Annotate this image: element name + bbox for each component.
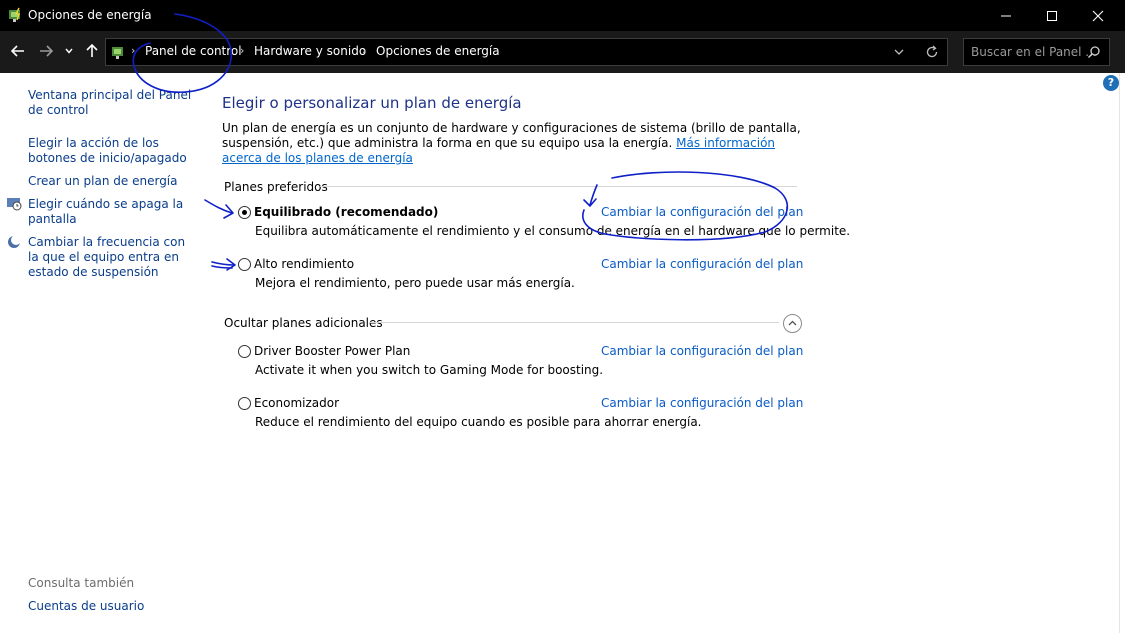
change-plan-link-balanced[interactable]: Cambiar la configuración del plan xyxy=(601,205,803,219)
display-off-icon xyxy=(6,196,22,212)
close-button[interactable] xyxy=(1075,0,1121,31)
sleep-moon-icon xyxy=(6,234,22,250)
annotation-arrow-high-performance xyxy=(211,261,235,266)
plan-radio-high-performance[interactable] xyxy=(238,258,251,271)
chevron-up-icon xyxy=(788,320,797,326)
navigation-bar: › Panel de control › Hardware y sonido ›… xyxy=(0,31,1125,73)
plan-name-power-saver: Economizador xyxy=(254,396,340,410)
sidebar-link-turn-off-display[interactable]: Elegir cuándo se apaga la pantalla xyxy=(28,197,188,227)
change-plan-link-power-saver[interactable]: Cambiar la configuración del plan xyxy=(601,396,803,410)
search-input[interactable]: Buscar en el Panel ... xyxy=(963,38,1110,66)
control-panel-icon xyxy=(110,44,126,60)
power-options-icon xyxy=(7,7,23,23)
section-divider xyxy=(320,186,797,187)
breadcrumb-hardware-sound[interactable]: Hardware y sonido xyxy=(254,44,366,58)
sidebar-link-control-panel-home[interactable]: Ventana principal del Panel de control xyxy=(28,88,198,118)
hide-additional-plans-label[interactable]: Ocultar planes adicionales xyxy=(224,316,383,330)
plan-radio-driver-booster[interactable] xyxy=(238,345,251,358)
up-button[interactable] xyxy=(82,41,102,61)
back-button[interactable] xyxy=(8,41,28,61)
breadcrumb-separator: › xyxy=(362,44,367,57)
plan-desc-driver-booster: Activate it when you switch to Gaming Mo… xyxy=(255,363,604,377)
annotation-arrow-change-link xyxy=(589,184,598,206)
plan-radio-balanced[interactable] xyxy=(238,206,251,219)
breadcrumb-power-options[interactable]: Opciones de energía xyxy=(376,44,500,58)
search-placeholder: Buscar en el Panel ... xyxy=(971,45,1097,59)
chevron-down-icon xyxy=(894,49,904,55)
address-dropdown-button[interactable] xyxy=(892,45,906,59)
see-also-label: Consulta también xyxy=(28,576,135,590)
plan-desc-balanced: Equilibra automáticamente el rendimiento… xyxy=(255,224,851,238)
section-divider xyxy=(369,322,779,323)
maximize-button[interactable] xyxy=(1029,0,1075,31)
sidebar-link-create-plan[interactable]: Crear un plan de energía xyxy=(28,174,198,189)
sidebar-link-user-accounts[interactable]: Cuentas de usuario xyxy=(28,599,144,614)
refresh-button[interactable] xyxy=(924,44,940,60)
back-arrow-icon xyxy=(11,45,24,57)
forward-button[interactable] xyxy=(36,41,56,61)
plan-name-balanced: Equilibrado (recomendado) xyxy=(254,205,439,219)
change-plan-link-high-performance[interactable]: Cambiar la configuración del plan xyxy=(601,257,803,271)
up-arrow-icon xyxy=(86,44,98,57)
sidebar-link-power-buttons[interactable]: Elegir la acción de los botones de inici… xyxy=(28,136,198,166)
change-plan-link-driver-booster[interactable]: Cambiar la configuración del plan xyxy=(601,344,803,358)
help-icon[interactable]: ? xyxy=(1103,75,1119,91)
forward-arrow-icon xyxy=(40,45,53,57)
plan-name-high-performance: Alto rendimiento xyxy=(254,257,355,271)
plan-desc-power-saver: Reduce el rendimiento del equipo cuando … xyxy=(255,415,702,429)
close-icon xyxy=(1092,10,1104,21)
search-icon[interactable] xyxy=(1087,45,1101,59)
window-title: Opciones de energía xyxy=(28,8,152,22)
plan-desc-high-performance: Mejora el rendimiento, pero puede usar m… xyxy=(255,276,575,290)
plan-radio-power-saver[interactable] xyxy=(238,397,251,410)
title-bar: Opciones de energía xyxy=(0,0,1125,31)
recent-locations-button[interactable] xyxy=(62,41,76,61)
intro-paragraph: Un plan de energía es un conjunto de har… xyxy=(222,121,802,166)
plan-name-driver-booster: Driver Booster Power Plan xyxy=(254,344,411,358)
window-edge xyxy=(1119,73,1120,633)
collapse-additional-plans-button[interactable] xyxy=(783,314,802,333)
breadcrumb-control-panel[interactable]: Panel de control xyxy=(145,44,242,58)
sidebar-link-sleep-frequency[interactable]: Cambiar la frecuencia con la que el equi… xyxy=(28,235,193,280)
maximize-icon xyxy=(1047,10,1057,21)
minimize-button[interactable] xyxy=(983,0,1029,31)
breadcrumb-separator: › xyxy=(131,44,136,57)
refresh-icon xyxy=(926,45,938,58)
address-bar[interactable]: › Panel de control › Hardware y sonido ›… xyxy=(105,38,948,66)
chevron-down-icon xyxy=(65,48,73,54)
annotation-arrow-balanced xyxy=(204,199,233,214)
breadcrumb-separator: › xyxy=(240,44,245,57)
minimize-icon xyxy=(1001,15,1011,16)
preferred-plans-label: Planes preferidos xyxy=(224,180,328,194)
page-title: Elegir o personalizar un plan de energía xyxy=(222,94,522,112)
